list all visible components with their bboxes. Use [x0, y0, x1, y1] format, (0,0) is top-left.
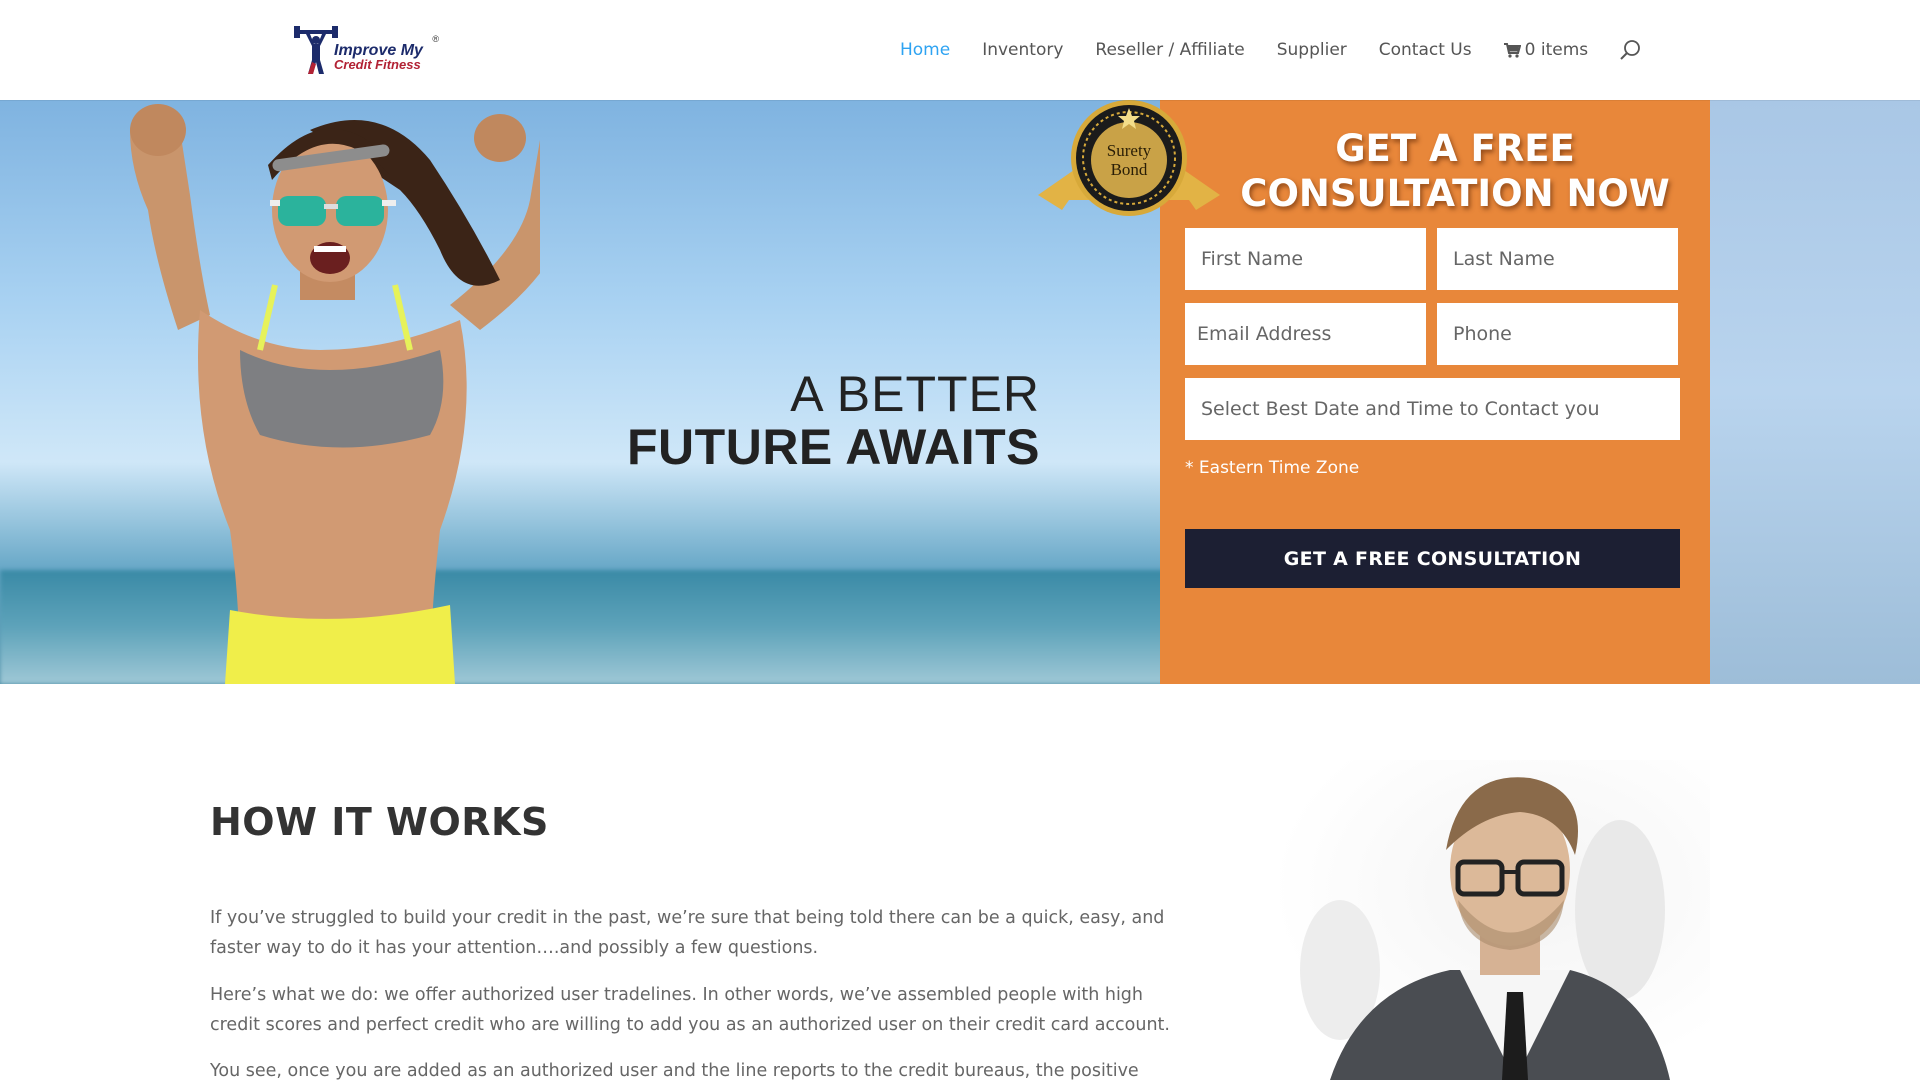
- hero-fitness-woman-image: [130, 104, 540, 684]
- registered-mark: ®: [432, 34, 439, 44]
- search-button[interactable]: [1618, 38, 1642, 62]
- site-logo[interactable]: Improve My Credit Fitness ®: [294, 26, 439, 76]
- logo-line-2: Credit Fitness: [334, 57, 421, 72]
- site-header: Improve My Credit Fitness ® Home Invento…: [0, 0, 1920, 100]
- hero-headline-line-1: A BETTER: [790, 366, 1040, 422]
- shopping-cart-icon: [1503, 42, 1521, 58]
- hero-right-background: [1710, 100, 1920, 684]
- search-icon: [1620, 40, 1641, 60]
- email-input[interactable]: [1185, 303, 1426, 365]
- first-name-input[interactable]: [1185, 228, 1426, 290]
- phone-input[interactable]: [1437, 303, 1678, 365]
- how-it-works-paragraph: You see, once you are added as an author…: [210, 1061, 1139, 1080]
- weightlifter-icon: [294, 26, 338, 74]
- seal-line-1: Surety: [1107, 141, 1152, 160]
- nav-item-inventory[interactable]: Inventory: [982, 40, 1063, 60]
- how-it-works-paragraph: If you’ve struggled to build your credit…: [210, 908, 1165, 958]
- cart-label: 0 items: [1524, 40, 1589, 60]
- contact-datetime-input[interactable]: [1185, 378, 1680, 440]
- nav-item-home[interactable]: Home: [900, 40, 950, 60]
- form-title-line-1: GET A FREE: [1335, 127, 1575, 170]
- surety-bond-seal: Surety Bond: [1038, 100, 1220, 216]
- seal-line-2: Bond: [1111, 160, 1148, 179]
- hero-headline-line-2: FUTURE AWAITS: [627, 418, 1040, 475]
- form-title: GET A FREE CONSULTATION NOW: [1160, 126, 1710, 216]
- how-it-works-heading: HOW IT WORKS: [210, 800, 549, 844]
- main-nav: Home Inventory Reseller / Affiliate Supp…: [900, 38, 1642, 62]
- cart-link[interactable]: 0 items: [1503, 40, 1589, 60]
- nav-item-reseller-affiliate[interactable]: Reseller / Affiliate: [1095, 40, 1244, 60]
- get-free-consultation-button[interactable]: GET A FREE CONSULTATION: [1185, 529, 1680, 588]
- businessman-portrait-image: [1270, 760, 1710, 1080]
- how-it-works-paragraph: Here’s what we do: we offer authorized u…: [210, 985, 1170, 1035]
- hero-headline: A BETTER FUTURE AWAITS: [560, 368, 1040, 473]
- last-name-input[interactable]: [1437, 228, 1678, 290]
- nav-item-supplier[interactable]: Supplier: [1277, 40, 1347, 60]
- timezone-note: * Eastern Time Zone: [1185, 458, 1360, 478]
- form-title-line-2: CONSULTATION NOW: [1240, 172, 1670, 215]
- logo-wordmark: Improve My Credit Fitness: [334, 43, 423, 72]
- nav-item-contact-us[interactable]: Contact Us: [1379, 40, 1472, 60]
